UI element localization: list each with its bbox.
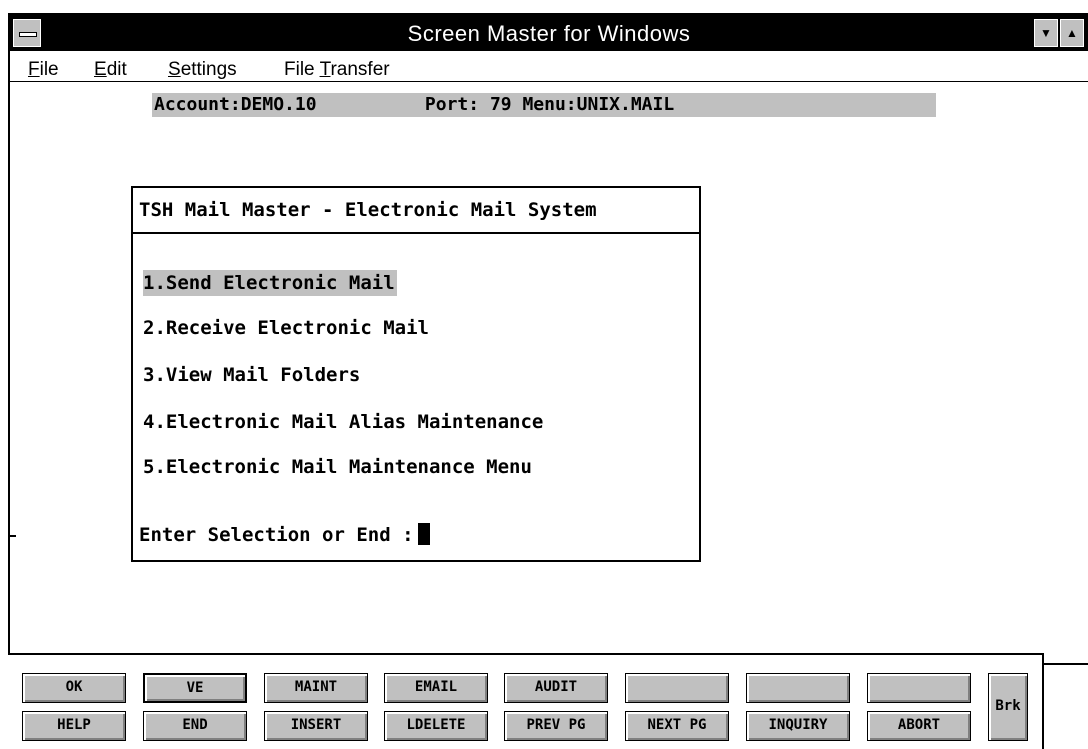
selection-prompt: Enter Selection or End : xyxy=(139,522,430,548)
maximize-button[interactable]: ▲ xyxy=(1060,19,1084,47)
fkey-blank-3-button[interactable] xyxy=(867,673,971,703)
fkey-help-button[interactable]: HELP xyxy=(22,711,126,741)
app-window: Screen Master for Windows ▼ ▲ File Edit … xyxy=(8,13,1088,749)
window-edge-mark xyxy=(8,535,16,537)
fkey-audit-button[interactable]: AUDIT xyxy=(504,673,608,703)
menu-settings[interactable]: Settings xyxy=(168,59,237,81)
fkey-blank-1-button[interactable] xyxy=(625,673,729,703)
function-key-bar: OK VE MAINT EMAIL AUDIT HELP END INSERT … xyxy=(8,653,1044,749)
fkey-abort-button[interactable]: ABORT xyxy=(867,711,971,741)
dialog-title: TSH Mail Master - Electronic Mail System xyxy=(133,188,699,234)
fkey-blank-2-button[interactable] xyxy=(746,673,850,703)
menu-option-5[interactable]: 5.Electronic Mail Maintenance Menu xyxy=(143,454,534,480)
menu-bar: File Edit Settings File Transfer xyxy=(10,51,1088,82)
fkey-maint-button[interactable]: MAINT xyxy=(264,673,368,703)
menu-option-1[interactable]: 1.Send Electronic Mail xyxy=(143,270,397,296)
menu-option-4[interactable]: 4.Electronic Mail Alias Maintenance xyxy=(143,409,545,435)
menu-file[interactable]: File xyxy=(28,59,59,81)
status-line: Account:DEMO.10 Port: 79 Menu:UNIX.MAIL xyxy=(152,93,936,117)
text-cursor[interactable] xyxy=(417,523,430,545)
fkey-inquiry-button[interactable]: INQUIRY xyxy=(746,711,850,741)
window-title: Screen Master for Windows xyxy=(407,21,691,46)
mail-menu-dialog: TSH Mail Master - Electronic Mail System… xyxy=(131,186,701,562)
menu-file-transfer[interactable]: File Transfer xyxy=(284,59,390,81)
terminal-area[interactable]: Account:DEMO.10 Port: 79 Menu:UNIX.MAIL … xyxy=(10,82,1088,665)
break-button[interactable]: Brk xyxy=(988,673,1028,741)
fkey-email-button[interactable]: EMAIL xyxy=(384,673,488,703)
fkey-end-button[interactable]: END xyxy=(143,711,247,741)
fkey-ok-button[interactable]: OK xyxy=(22,673,126,703)
fkey-next-pg-button[interactable]: NEXT PG xyxy=(625,711,729,741)
menu-option-3[interactable]: 3.View Mail Folders xyxy=(143,362,362,388)
minimize-button[interactable]: ▼ xyxy=(1034,19,1058,47)
menu-edit[interactable]: Edit xyxy=(94,59,127,81)
title-bar: Screen Master for Windows ▼ ▲ xyxy=(10,15,1088,51)
fkey-insert-button[interactable]: INSERT xyxy=(264,711,368,741)
fkey-ve-button[interactable]: VE xyxy=(143,673,247,703)
fkey-ldelete-button[interactable]: LDELETE xyxy=(384,711,488,741)
fkey-prev-pg-button[interactable]: PREV PG xyxy=(504,711,608,741)
prompt-label: Enter Selection or End : xyxy=(139,524,414,546)
menu-option-2[interactable]: 2.Receive Electronic Mail xyxy=(143,315,431,341)
